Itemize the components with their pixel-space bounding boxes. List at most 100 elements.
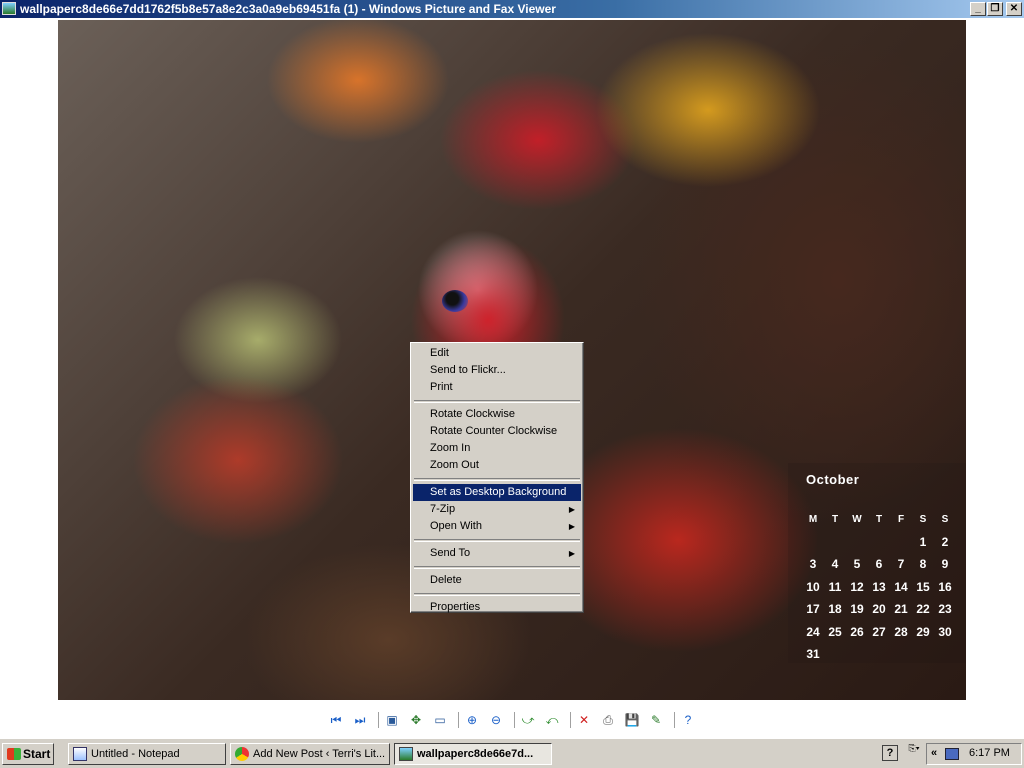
submenu-arrow-icon: ▶: [568, 505, 575, 514]
actual-size-icon[interactable]: ✥: [407, 711, 425, 729]
toolbar-separator: [458, 712, 459, 728]
calendar-day: 8: [919, 557, 927, 572]
next-image-icon[interactable]: ⏭: [351, 711, 369, 729]
menu-separator: [414, 539, 580, 542]
toolbar-separator: [674, 712, 675, 728]
calendar-day: 13: [872, 579, 886, 594]
menu-item-rotate-counter-clockwise[interactable]: Rotate Counter Clockwise: [413, 423, 581, 440]
menu-item-edit[interactable]: Edit: [413, 345, 581, 362]
calendar-week-row: 24 25 26 27 28 29 30: [802, 621, 956, 644]
chrome-icon: [235, 747, 249, 761]
menu-item-label: Edit: [430, 347, 449, 359]
rotate-clockwise-icon[interactable]: ⤻: [519, 711, 537, 729]
zoom-in-icon[interactable]: ⊕: [463, 711, 481, 729]
help-icon[interactable]: ?: [882, 745, 898, 761]
calendar-day: 11: [828, 579, 842, 594]
help-icon[interactable]: ?: [679, 711, 697, 729]
best-fit-icon[interactable]: ▣: [383, 711, 401, 729]
edit-image-icon[interactable]: ✎: [647, 711, 665, 729]
calendar-day: 5: [853, 557, 861, 572]
menu-item-print[interactable]: Print: [413, 379, 581, 396]
calendar-day: 1: [919, 534, 927, 549]
menu-item-label: Send To: [430, 547, 471, 559]
menu-item-label: Properties: [430, 601, 481, 613]
calendar-day: 30: [938, 624, 952, 639]
calendar-week-row: 3456789: [802, 553, 956, 576]
calendar-day: 15: [916, 579, 930, 594]
menu-item-zoom-in[interactable]: Zoom In: [413, 440, 581, 457]
picture-viewer-icon: [399, 747, 413, 761]
network-icon[interactable]: [945, 748, 959, 760]
calendar-day: 4: [831, 557, 839, 572]
save-copy-icon[interactable]: 💾: [623, 711, 641, 729]
calendar-day: 31: [806, 647, 820, 662]
close-button[interactable]: ✕: [1006, 2, 1022, 16]
context-menu: Edit Send to Flickr... Print Rotate Clockwi…: [410, 342, 584, 613]
clock[interactable]: 6:17 PM: [969, 747, 1010, 759]
calendar-weekday: T: [875, 513, 883, 525]
submenu-arrow-icon: ▶: [568, 522, 575, 531]
menu-item-zoom-out[interactable]: Zoom Out: [413, 457, 581, 474]
calendar-day: 12: [850, 579, 864, 594]
calendar-day: 3: [809, 557, 817, 572]
calendar-weekday: S: [919, 513, 927, 525]
calendar-day: 6: [875, 557, 883, 572]
print-icon[interactable]: ⎙: [599, 711, 617, 729]
taskbar-button-notepad[interactable]: Untitled - Notepad: [68, 743, 226, 765]
submenu-arrow-icon: ▶: [568, 549, 575, 558]
menu-item-7-zip[interactable]: 7-Zip ▶: [413, 501, 581, 518]
taskbar-button-picture-viewer[interactable]: wallpaperc8de66e7d...: [394, 743, 552, 765]
menu-separator: [414, 400, 580, 403]
calendar-day: 22: [916, 602, 930, 617]
menu-item-label: Zoom In: [430, 442, 471, 454]
toolbar-separator: [514, 712, 515, 728]
calendar-day: 23: [938, 602, 952, 617]
calendar-week-row: 12: [802, 531, 956, 554]
calendar-day: 28: [894, 624, 908, 639]
turkey-eye: [442, 290, 468, 312]
windows-logo-icon: [7, 748, 21, 760]
calendar-day: 2: [941, 534, 949, 549]
menu-item-delete[interactable]: Delete: [413, 572, 581, 589]
menu-item-properties[interactable]: Properties: [413, 599, 581, 616]
calendar-weekday-row: MTWTFSS: [802, 508, 956, 531]
menu-item-label: Set as Desktop Background: [430, 486, 567, 498]
taskbar-button-label: wallpaperc8de66e7d...: [417, 748, 534, 760]
calendar-week-row: 31: [802, 643, 956, 666]
menu-item-set-as-desktop-background[interactable]: Set as Desktop Background: [413, 484, 581, 501]
minimize-button[interactable]: _: [970, 2, 986, 16]
system-tray: « 6:17 PM: [926, 743, 1022, 765]
menu-item-open-with[interactable]: Open With ▶: [413, 518, 581, 535]
rotate-counterclockwise-icon[interactable]: ⤺: [543, 711, 561, 729]
menu-item-label: Print: [430, 381, 453, 393]
calendar-day: 24: [806, 624, 820, 639]
menu-item-rotate-clockwise[interactable]: Rotate Clockwise: [413, 406, 581, 423]
calendar-day: 26: [850, 624, 864, 639]
zoom-out-icon[interactable]: ⊖: [487, 711, 505, 729]
start-button[interactable]: Start: [2, 743, 54, 765]
calendar-day: 21: [894, 602, 908, 617]
taskbar-button-label: Add New Post ‹ Terri's Lit...: [253, 748, 386, 760]
window-title: wallpaperc8de66e7dd1762f5b8e57a8e2c3a0a9…: [20, 2, 556, 16]
tray-expand-chevron-icon[interactable]: «: [931, 747, 937, 759]
language-bar-icon[interactable]: ⎘▾: [906, 743, 922, 763]
menu-item-send-to[interactable]: Send To ▶: [413, 545, 581, 562]
delete-icon[interactable]: ✕: [575, 711, 593, 729]
menu-item-label: Rotate Counter Clockwise: [430, 425, 558, 437]
calendar-weekday: T: [831, 513, 839, 525]
calendar-weekday: M: [808, 513, 818, 525]
calendar-day: 29: [916, 624, 930, 639]
calendar-weekday: S: [941, 513, 949, 525]
menu-item-label: Rotate Clockwise: [430, 408, 515, 420]
calendar-week-row: 17 18 19 20 21 22 23: [802, 598, 956, 621]
picture-viewer-icon[interactable]: [2, 2, 16, 15]
taskbar-button-browser[interactable]: Add New Post ‹ Terri's Lit...: [230, 743, 390, 765]
previous-image-icon[interactable]: ⏮: [327, 711, 345, 729]
menu-item-label: Open With: [430, 520, 482, 532]
taskbar-button-label: Untitled - Notepad: [91, 748, 180, 760]
menu-item-send-to-flickr[interactable]: Send to Flickr...: [413, 362, 581, 379]
title-bar: wallpaperc8de66e7dd1762f5b8e57a8e2c3a0a9…: [0, 0, 1024, 18]
maximize-button[interactable]: ❐: [987, 2, 1003, 16]
calendar-day: 16: [938, 579, 952, 594]
slide-show-icon[interactable]: ▭: [431, 711, 449, 729]
